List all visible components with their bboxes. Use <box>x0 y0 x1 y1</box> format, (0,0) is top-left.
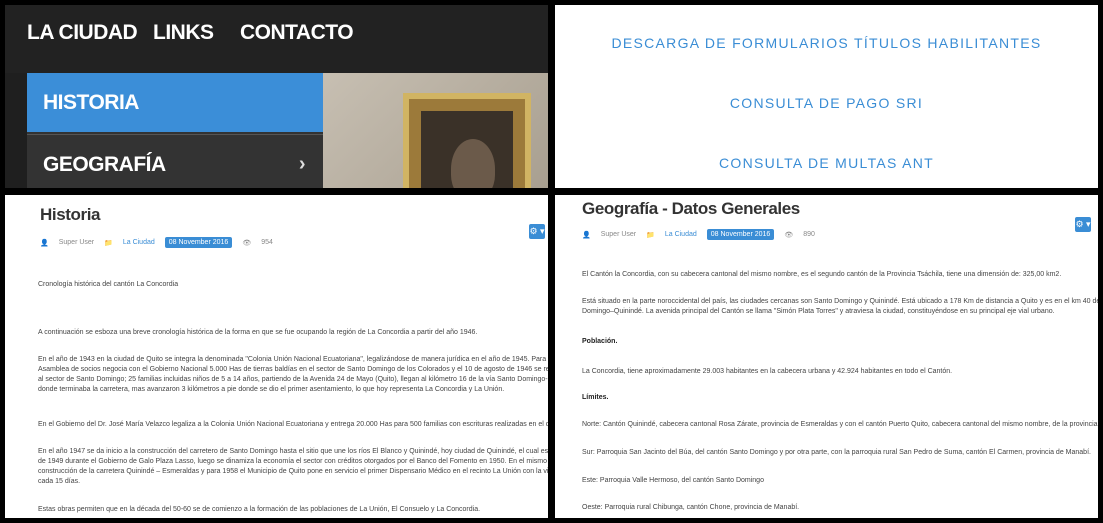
article-meta: 👤 Super User 📁 La Ciudad 08 November 2016 … <box>582 229 825 240</box>
paragraph: al sector de Santo Domingo; 25 familias … <box>38 376 548 383</box>
date-badge: 08 November 2016 <box>164 237 233 248</box>
paragraph: Oeste: Parroquia rural Chibunga, cantón … <box>582 504 800 511</box>
section-heading: Límites. <box>582 394 609 401</box>
historia-article: Historia 👤 Super User 📁 La Ciudad 08 Novem… <box>5 195 548 518</box>
article-options-button[interactable]: ⚙ ▾ <box>529 224 545 239</box>
article-meta: 👤 Super User 📁 La Ciudad 08 November 2016 … <box>40 237 283 248</box>
paragraph: Estas obras permiten que en la década de… <box>38 506 481 513</box>
article-title: Historia <box>40 205 101 224</box>
category-link[interactable]: La Ciudad <box>123 239 155 246</box>
paragraph: Sur: Parroquia San Jacinto del Búa, del … <box>582 449 1091 456</box>
paragraph: El Cantón la Concordia, con su cabecera … <box>582 271 1062 278</box>
category-link[interactable]: La Ciudad <box>665 231 697 238</box>
chevron-right-icon: › <box>298 153 306 175</box>
folder-icon: 📁 <box>104 239 113 247</box>
nav-links[interactable]: LINKS <box>153 21 214 45</box>
dropdown-item-historia[interactable]: HISTORIA <box>27 73 323 132</box>
paragraph: En el año 1947 se da inicio a la constru… <box>38 448 548 455</box>
user-icon: 👤 <box>40 239 49 247</box>
paragraph: Asamblea de socios negocia con el Gobier… <box>38 366 548 373</box>
article-options-button[interactable]: ⚙ ▾ <box>1075 217 1091 232</box>
paragraph: donde terminaba la carretera, mas avanza… <box>38 386 505 393</box>
paragraph: A continuación se esboza una breve crono… <box>38 329 478 336</box>
links-panel: DESCARGA DE FORMULARIOS TÍTULOS HABILITA… <box>555 5 1098 188</box>
author[interactable]: Super User <box>601 231 636 238</box>
dropdown-item-geografia[interactable]: GEOGRAFÍA › <box>27 134 323 188</box>
paragraph: Está situado en la parte noroccidental d… <box>582 298 1098 305</box>
dropdown-item-label: GEOGRAFÍA <box>43 153 166 176</box>
eye-icon: 👁 <box>784 231 794 239</box>
menu-panel: LA CIUDAD LINKS CONTACTO HISTORIA GEOGRA… <box>5 5 548 188</box>
dropdown-item-label: HISTORIA <box>43 91 139 114</box>
paragraph: Este: Parroquia Valle Hermoso, del cantó… <box>582 477 764 484</box>
dropdown-menu: HISTORIA GEOGRAFÍA › <box>27 73 323 188</box>
picture-frame <box>403 93 531 188</box>
paragraph: Norte: Cantón Quinindé, cabecera cantona… <box>582 421 1098 428</box>
user-icon: 👤 <box>582 231 591 239</box>
folder-icon: 📁 <box>646 231 655 239</box>
hits: 954 <box>261 239 273 246</box>
author[interactable]: Super User <box>59 239 94 246</box>
nav-la-ciudad[interactable]: LA CIUDAD <box>27 21 138 45</box>
paragraph: En el año de 1943 en la ciudad de Quito … <box>38 356 548 363</box>
date-badge: 08 November 2016 <box>706 229 775 240</box>
paragraph: En el Gobierno del Dr. José María Velazc… <box>38 421 548 428</box>
portrait-photo <box>323 73 548 188</box>
eye-icon: 👁 <box>242 239 252 247</box>
paragraph: construcción de la carretera Quinindé – … <box>38 468 548 475</box>
top-nav: LA CIUDAD LINKS CONTACTO <box>5 5 548 73</box>
paragraph: cada 15 días. <box>38 478 81 485</box>
link-consulta-pago-sri[interactable]: CONSULTA DE PAGO SRI <box>555 95 1098 111</box>
nav-contacto[interactable]: CONTACTO <box>240 21 354 45</box>
article-title: Geografía - Datos Generales <box>582 199 800 218</box>
paragraph: de 1949 durante el Gobierno de Galo Plaz… <box>38 458 548 465</box>
paragraph: Domingo–Quinindé. La avenida principal d… <box>582 308 1055 315</box>
link-descarga-formularios[interactable]: DESCARGA DE FORMULARIOS TÍTULOS HABILITA… <box>555 35 1098 51</box>
section-heading: Población. <box>582 338 618 345</box>
geografia-article: Geografía - Datos Generales 👤 Super User … <box>555 195 1098 518</box>
hits: 890 <box>803 231 815 238</box>
link-consulta-multas-ant[interactable]: CONSULTA DE MULTAS ANT <box>555 155 1098 171</box>
paragraph: La Concordia, tiene aproximadamente 29.0… <box>582 368 953 375</box>
paragraph: Cronología histórica del cantón La Conco… <box>38 281 179 288</box>
